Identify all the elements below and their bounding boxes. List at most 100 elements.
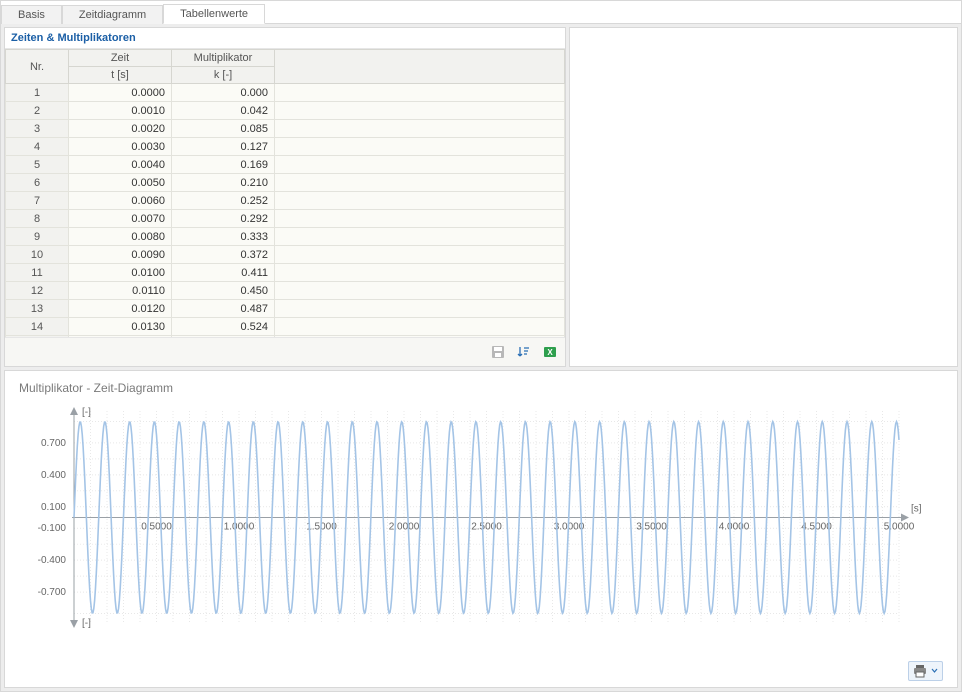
- table-row[interactable]: 80.00700.292: [6, 210, 565, 228]
- tab-basis[interactable]: Basis: [1, 5, 62, 24]
- table-row[interactable]: 30.00200.085: [6, 120, 565, 138]
- cell-time[interactable]: 0.0000: [69, 84, 172, 102]
- cell-time[interactable]: 0.0060: [69, 192, 172, 210]
- cell-nr[interactable]: 12: [6, 282, 69, 300]
- cell-nr[interactable]: 11: [6, 264, 69, 282]
- table-row[interactable]: 70.00600.252: [6, 192, 565, 210]
- col-header-nr[interactable]: Nr.: [6, 50, 69, 84]
- cell-spacer: [275, 192, 565, 210]
- table-row[interactable]: 130.01200.487: [6, 300, 565, 318]
- svg-text:X: X: [547, 348, 553, 357]
- cell-time[interactable]: 0.0070: [69, 210, 172, 228]
- cell-mult[interactable]: 0.252: [172, 192, 275, 210]
- cell-nr[interactable]: 3: [6, 120, 69, 138]
- svg-text:4.0000: 4.0000: [719, 522, 750, 533]
- cell-spacer: [275, 246, 565, 264]
- cell-nr[interactable]: 4: [6, 138, 69, 156]
- table-row[interactable]: 110.01000.411: [6, 264, 565, 282]
- col-header-zeit[interactable]: Zeit: [69, 50, 172, 67]
- cell-time[interactable]: 0.0100: [69, 264, 172, 282]
- table-row[interactable]: 50.00400.169: [6, 156, 565, 174]
- table-panel: Zeiten & Multiplikatoren Nr. Zeit Multip…: [4, 27, 566, 367]
- cell-spacer: [275, 264, 565, 282]
- svg-text:0.700: 0.700: [41, 438, 66, 449]
- table-row[interactable]: 90.00800.333: [6, 228, 565, 246]
- save-icon[interactable]: [487, 341, 509, 363]
- cell-time[interactable]: 0.0020: [69, 120, 172, 138]
- svg-text:2.5000: 2.5000: [471, 522, 502, 533]
- tab-tabellenwerte[interactable]: Tabellenwerte: [163, 4, 265, 24]
- col-header-mult[interactable]: Multiplikator: [172, 50, 275, 67]
- col-sub-zeit: t [s]: [69, 67, 172, 84]
- col-sub-mult: k [-]: [172, 67, 275, 84]
- cell-mult[interactable]: 0.169: [172, 156, 275, 174]
- cell-spacer: [275, 156, 565, 174]
- tab-bar: Basis Zeitdiagramm Tabellenwerte: [1, 1, 961, 24]
- cell-nr[interactable]: 13: [6, 300, 69, 318]
- cell-time[interactable]: 0.0110: [69, 282, 172, 300]
- table-row[interactable]: 60.00500.210: [6, 174, 565, 192]
- cell-mult[interactable]: 0.292: [172, 210, 275, 228]
- svg-text:[-]: [-]: [82, 407, 91, 418]
- cell-nr[interactable]: 6: [6, 174, 69, 192]
- cell-mult[interactable]: 0.333: [172, 228, 275, 246]
- cell-spacer: [275, 84, 565, 102]
- cell-nr[interactable]: 14: [6, 318, 69, 336]
- chevron-down-icon: [931, 664, 938, 678]
- cell-spacer: [275, 102, 565, 120]
- cell-time[interactable]: 0.0120: [69, 300, 172, 318]
- cell-mult[interactable]: 0.000: [172, 84, 275, 102]
- table-row[interactable]: 10.00000.000: [6, 84, 565, 102]
- cell-time[interactable]: 0.0080: [69, 228, 172, 246]
- svg-text:-0.400: -0.400: [38, 555, 67, 566]
- cell-mult[interactable]: 0.450: [172, 282, 275, 300]
- cell-nr[interactable]: 9: [6, 228, 69, 246]
- cell-nr[interactable]: 5: [6, 156, 69, 174]
- side-panel: [569, 27, 958, 367]
- svg-text:4.5000: 4.5000: [801, 522, 832, 533]
- sort-icon[interactable]: [513, 341, 535, 363]
- cell-nr[interactable]: 10: [6, 246, 69, 264]
- table-row[interactable]: 140.01300.524: [6, 318, 565, 336]
- cell-time[interactable]: 0.0010: [69, 102, 172, 120]
- cell-time[interactable]: 0.0040: [69, 156, 172, 174]
- cell-mult[interactable]: 0.524: [172, 318, 275, 336]
- cell-time[interactable]: 0.0130: [69, 318, 172, 336]
- table-row[interactable]: 40.00300.127: [6, 138, 565, 156]
- svg-text:0.100: 0.100: [41, 502, 66, 513]
- export-excel-icon[interactable]: X: [539, 341, 561, 363]
- cell-mult[interactable]: 0.085: [172, 120, 275, 138]
- table-row[interactable]: 120.01100.450: [6, 282, 565, 300]
- print-button[interactable]: [908, 661, 943, 681]
- cell-spacer: [275, 318, 565, 336]
- svg-text:3.5000: 3.5000: [636, 522, 667, 533]
- table-row[interactable]: 20.00100.042: [6, 102, 565, 120]
- chart-title: Multiplikator - Zeit-Diagramm: [19, 381, 943, 395]
- print-icon: [913, 664, 929, 678]
- svg-text:5.0000: 5.0000: [884, 522, 915, 533]
- cell-time[interactable]: 0.0030: [69, 138, 172, 156]
- table-footer: X: [5, 337, 565, 366]
- cell-nr[interactable]: 2: [6, 102, 69, 120]
- svg-text:2.0000: 2.0000: [389, 522, 420, 533]
- cell-mult[interactable]: 0.487: [172, 300, 275, 318]
- cell-mult[interactable]: 0.127: [172, 138, 275, 156]
- cell-mult[interactable]: 0.411: [172, 264, 275, 282]
- cell-time[interactable]: 0.0050: [69, 174, 172, 192]
- cell-mult[interactable]: 0.372: [172, 246, 275, 264]
- chart-area[interactable]: 0.7000.4000.100-0.100-0.400-0.7000.50001…: [19, 401, 943, 659]
- svg-text:[-]: [-]: [82, 618, 91, 629]
- cell-nr[interactable]: 1: [6, 84, 69, 102]
- table-title: Zeiten & Multiplikatoren: [5, 28, 565, 49]
- table-row[interactable]: 100.00900.372: [6, 246, 565, 264]
- cell-mult[interactable]: 0.042: [172, 102, 275, 120]
- cell-time[interactable]: 0.0090: [69, 246, 172, 264]
- cell-nr[interactable]: 8: [6, 210, 69, 228]
- cell-mult[interactable]: 0.210: [172, 174, 275, 192]
- cell-spacer: [275, 174, 565, 192]
- cell-spacer: [275, 138, 565, 156]
- svg-text:-0.100: -0.100: [38, 523, 67, 534]
- cell-nr[interactable]: 7: [6, 192, 69, 210]
- tab-zeitdiagramm[interactable]: Zeitdiagramm: [62, 5, 163, 24]
- data-grid[interactable]: Nr. Zeit Multiplikator t [s] k [-] 10.00…: [5, 49, 565, 337]
